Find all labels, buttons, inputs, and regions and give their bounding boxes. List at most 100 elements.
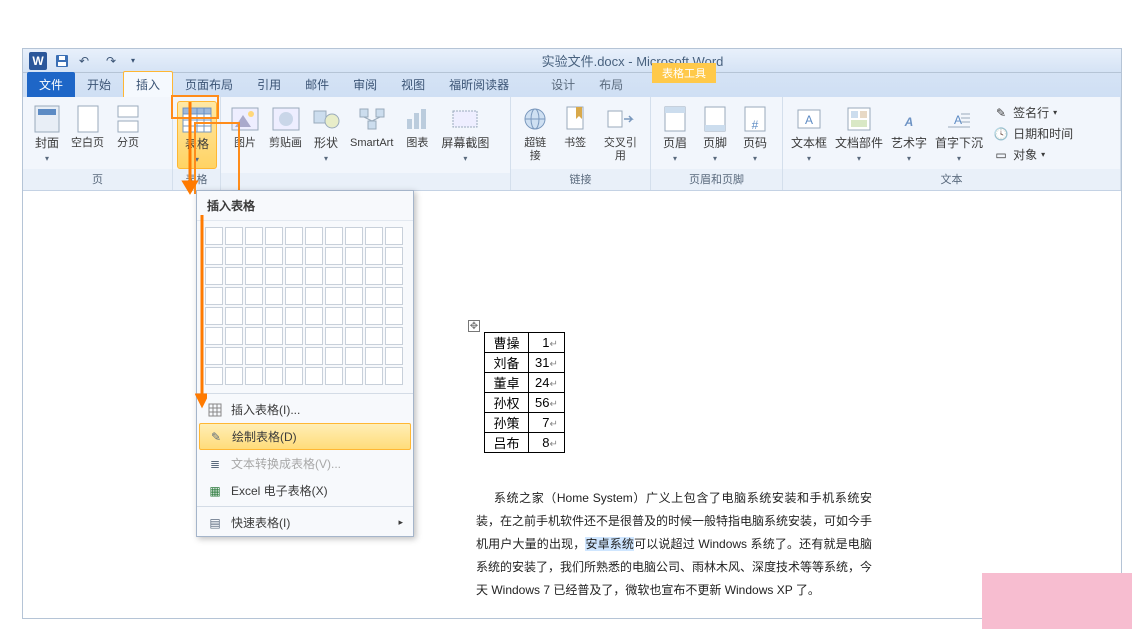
screenshot-button[interactable]: 屏幕截图▾ bbox=[437, 101, 493, 167]
grid-cell[interactable] bbox=[225, 347, 243, 365]
quickparts-button[interactable]: 文档部件▾ bbox=[831, 101, 887, 167]
grid-cell[interactable] bbox=[285, 227, 303, 245]
grid-cell[interactable] bbox=[245, 227, 263, 245]
table-cell-name[interactable]: 曹操 bbox=[485, 333, 529, 353]
grid-cell[interactable] bbox=[365, 247, 383, 265]
grid-cell[interactable] bbox=[345, 287, 363, 305]
grid-cell[interactable] bbox=[305, 347, 323, 365]
grid-cell[interactable] bbox=[285, 367, 303, 385]
tab-pagelayout[interactable]: 页面布局 bbox=[173, 72, 245, 97]
grid-cell[interactable] bbox=[265, 267, 283, 285]
grid-cell[interactable] bbox=[305, 367, 323, 385]
dropcap-button[interactable]: A首字下沉▾ bbox=[931, 101, 987, 167]
grid-cell[interactable] bbox=[205, 307, 223, 325]
grid-cell[interactable] bbox=[385, 367, 403, 385]
grid-cell[interactable] bbox=[245, 267, 263, 285]
grid-cell[interactable] bbox=[325, 287, 343, 305]
grid-cell[interactable] bbox=[345, 267, 363, 285]
grid-cell[interactable] bbox=[325, 227, 343, 245]
grid-cell[interactable] bbox=[325, 307, 343, 325]
grid-cell[interactable] bbox=[365, 367, 383, 385]
object-button[interactable]: ▭对象 ▾ bbox=[991, 145, 1075, 164]
grid-cell[interactable] bbox=[385, 307, 403, 325]
grid-cell[interactable] bbox=[265, 327, 283, 345]
datetime-button[interactable]: 🕓日期和时间 bbox=[991, 124, 1075, 143]
grid-cell[interactable] bbox=[365, 227, 383, 245]
grid-cell[interactable] bbox=[285, 267, 303, 285]
grid-cell[interactable] bbox=[245, 247, 263, 265]
grid-cell[interactable] bbox=[285, 347, 303, 365]
grid-cell[interactable] bbox=[245, 287, 263, 305]
grid-cell[interactable] bbox=[205, 247, 223, 265]
table-cell-value[interactable]: 31↵ bbox=[529, 353, 565, 373]
table-cell-name[interactable]: 董卓 bbox=[485, 373, 529, 393]
grid-cell[interactable] bbox=[345, 227, 363, 245]
tab-references[interactable]: 引用 bbox=[245, 72, 293, 97]
tab-design[interactable]: 设计 bbox=[539, 72, 587, 97]
grid-cell[interactable] bbox=[385, 227, 403, 245]
bookmark-button[interactable]: 书签 bbox=[555, 101, 594, 152]
grid-cell[interactable] bbox=[385, 287, 403, 305]
table-cell-name[interactable]: 吕布 bbox=[485, 433, 529, 453]
shapes-button[interactable]: 形状▾ bbox=[306, 101, 346, 167]
grid-cell[interactable] bbox=[205, 227, 223, 245]
grid-cell[interactable] bbox=[285, 327, 303, 345]
table-cell-value[interactable]: 24↵ bbox=[529, 373, 565, 393]
grid-cell[interactable] bbox=[305, 327, 323, 345]
grid-cell[interactable] bbox=[365, 287, 383, 305]
grid-cell[interactable] bbox=[285, 307, 303, 325]
grid-cell[interactable] bbox=[365, 307, 383, 325]
table-cell-name[interactable]: 孙策 bbox=[485, 413, 529, 433]
tab-foxit[interactable]: 福昕阅读器 bbox=[437, 72, 521, 97]
grid-cell[interactable] bbox=[205, 347, 223, 365]
grid-cell[interactable] bbox=[225, 287, 243, 305]
grid-cell[interactable] bbox=[345, 247, 363, 265]
grid-cell[interactable] bbox=[285, 247, 303, 265]
tab-insert[interactable]: 插入 bbox=[123, 71, 173, 97]
document-table[interactable]: 曹操1↵刘备31↵董卓24↵孙权56↵孙策7↵吕布8↵ bbox=[484, 332, 565, 453]
blank-page-button[interactable]: 空白页 bbox=[67, 101, 108, 152]
menu-draw-table[interactable]: ✎绘制表格(D) bbox=[199, 423, 411, 450]
picture-button[interactable]: 图片 bbox=[225, 101, 265, 152]
grid-cell[interactable] bbox=[305, 267, 323, 285]
grid-cell[interactable] bbox=[205, 327, 223, 345]
hyperlink-button[interactable]: 超链接 bbox=[515, 101, 555, 165]
clipart-button[interactable]: 剪贴画 bbox=[265, 101, 306, 152]
grid-cell[interactable] bbox=[265, 247, 283, 265]
grid-cell[interactable] bbox=[285, 287, 303, 305]
tab-view[interactable]: 视图 bbox=[389, 72, 437, 97]
grid-cell[interactable] bbox=[365, 267, 383, 285]
grid-cell[interactable] bbox=[265, 227, 283, 245]
grid-cell[interactable] bbox=[305, 307, 323, 325]
grid-cell[interactable] bbox=[325, 347, 343, 365]
grid-cell[interactable] bbox=[345, 347, 363, 365]
header-button[interactable]: 页眉▾ bbox=[655, 101, 695, 167]
grid-cell[interactable] bbox=[245, 367, 263, 385]
grid-cell[interactable] bbox=[385, 247, 403, 265]
grid-cell[interactable] bbox=[305, 227, 323, 245]
grid-cell[interactable] bbox=[265, 307, 283, 325]
tab-home[interactable]: 开始 bbox=[75, 72, 123, 97]
crossref-button[interactable]: 交叉引用 bbox=[595, 101, 646, 165]
grid-cell[interactable] bbox=[325, 367, 343, 385]
grid-cell[interactable] bbox=[245, 347, 263, 365]
grid-cell[interactable] bbox=[365, 347, 383, 365]
grid-cell[interactable] bbox=[365, 327, 383, 345]
table-cell-name[interactable]: 刘备 bbox=[485, 353, 529, 373]
menu-insert-table[interactable]: 插入表格(I)... bbox=[197, 396, 413, 423]
table-cell-value[interactable]: 56↵ bbox=[529, 393, 565, 413]
grid-cell[interactable] bbox=[325, 247, 343, 265]
grid-cell[interactable] bbox=[385, 347, 403, 365]
qat-undo-icon[interactable]: ↶ bbox=[75, 52, 93, 70]
menu-excel-spreadsheet[interactable]: ▦Excel 电子表格(X) bbox=[197, 477, 413, 504]
textbox-button[interactable]: A文本框▾ bbox=[787, 101, 831, 167]
table-cell-value[interactable]: 8↵ bbox=[529, 433, 565, 453]
signature-line-button[interactable]: ✎签名行 ▾ bbox=[991, 103, 1075, 122]
grid-cell[interactable] bbox=[225, 367, 243, 385]
tab-mailings[interactable]: 邮件 bbox=[293, 72, 341, 97]
grid-cell[interactable] bbox=[245, 327, 263, 345]
grid-cell[interactable] bbox=[205, 367, 223, 385]
grid-cell[interactable] bbox=[265, 347, 283, 365]
table-cell-value[interactable]: 1↵ bbox=[529, 333, 565, 353]
grid-cell[interactable] bbox=[225, 307, 243, 325]
